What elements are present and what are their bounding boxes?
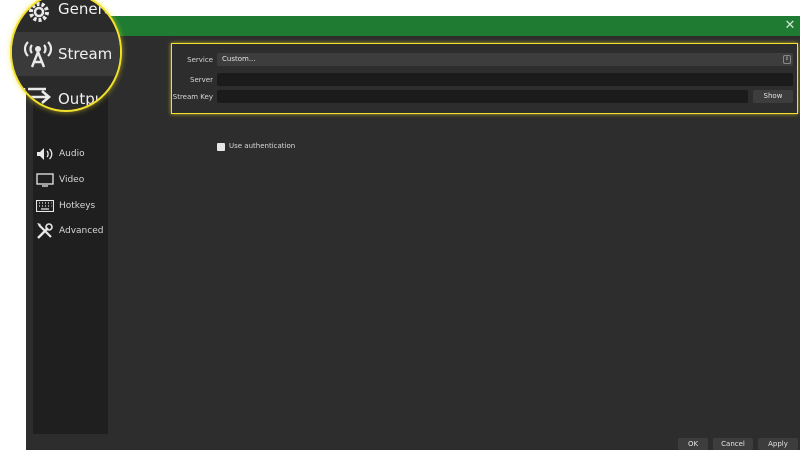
gear-icon bbox=[26, 2, 52, 28]
keyboard-icon bbox=[35, 197, 55, 215]
sidebar-item-label: Video bbox=[59, 175, 85, 185]
output-icon bbox=[22, 86, 54, 110]
sidebar-item-label: Hotkeys bbox=[59, 201, 96, 211]
zoom-magnifier: General Stream Output bbox=[10, 0, 122, 112]
sidebar-item-label: Advanced bbox=[59, 226, 104, 236]
highlight-frame bbox=[171, 43, 798, 114]
tools-icon bbox=[35, 222, 55, 240]
use-authentication-checkbox[interactable] bbox=[217, 143, 225, 151]
cancel-button[interactable]: Cancel bbox=[713, 438, 753, 450]
sidebar-item-hotkeys[interactable]: Hotkeys bbox=[33, 194, 108, 218]
apply-button[interactable]: Apply bbox=[758, 438, 798, 450]
zoom-general-label: General bbox=[58, 0, 118, 18]
sidebar-item-audio[interactable]: Audio bbox=[33, 142, 108, 166]
sidebar-item-video[interactable]: Video bbox=[33, 168, 108, 192]
speaker-icon bbox=[35, 145, 55, 163]
screenshot-stage: ✕ Audio Video Hotkeys Advanced Service C… bbox=[0, 0, 800, 450]
use-authentication-label: Use authentication bbox=[229, 142, 296, 150]
sidebar-item-label: Audio bbox=[59, 149, 85, 159]
ok-button[interactable]: OK bbox=[678, 438, 708, 450]
broadcast-icon bbox=[21, 36, 55, 74]
close-icon[interactable]: ✕ bbox=[782, 17, 798, 35]
zoom-output-label: Output bbox=[58, 90, 111, 108]
monitor-icon bbox=[35, 171, 55, 189]
zoom-stream-label: Stream bbox=[58, 45, 113, 63]
sidebar-item-advanced[interactable]: Advanced bbox=[33, 219, 108, 243]
title-bar: ✕ bbox=[26, 16, 800, 36]
